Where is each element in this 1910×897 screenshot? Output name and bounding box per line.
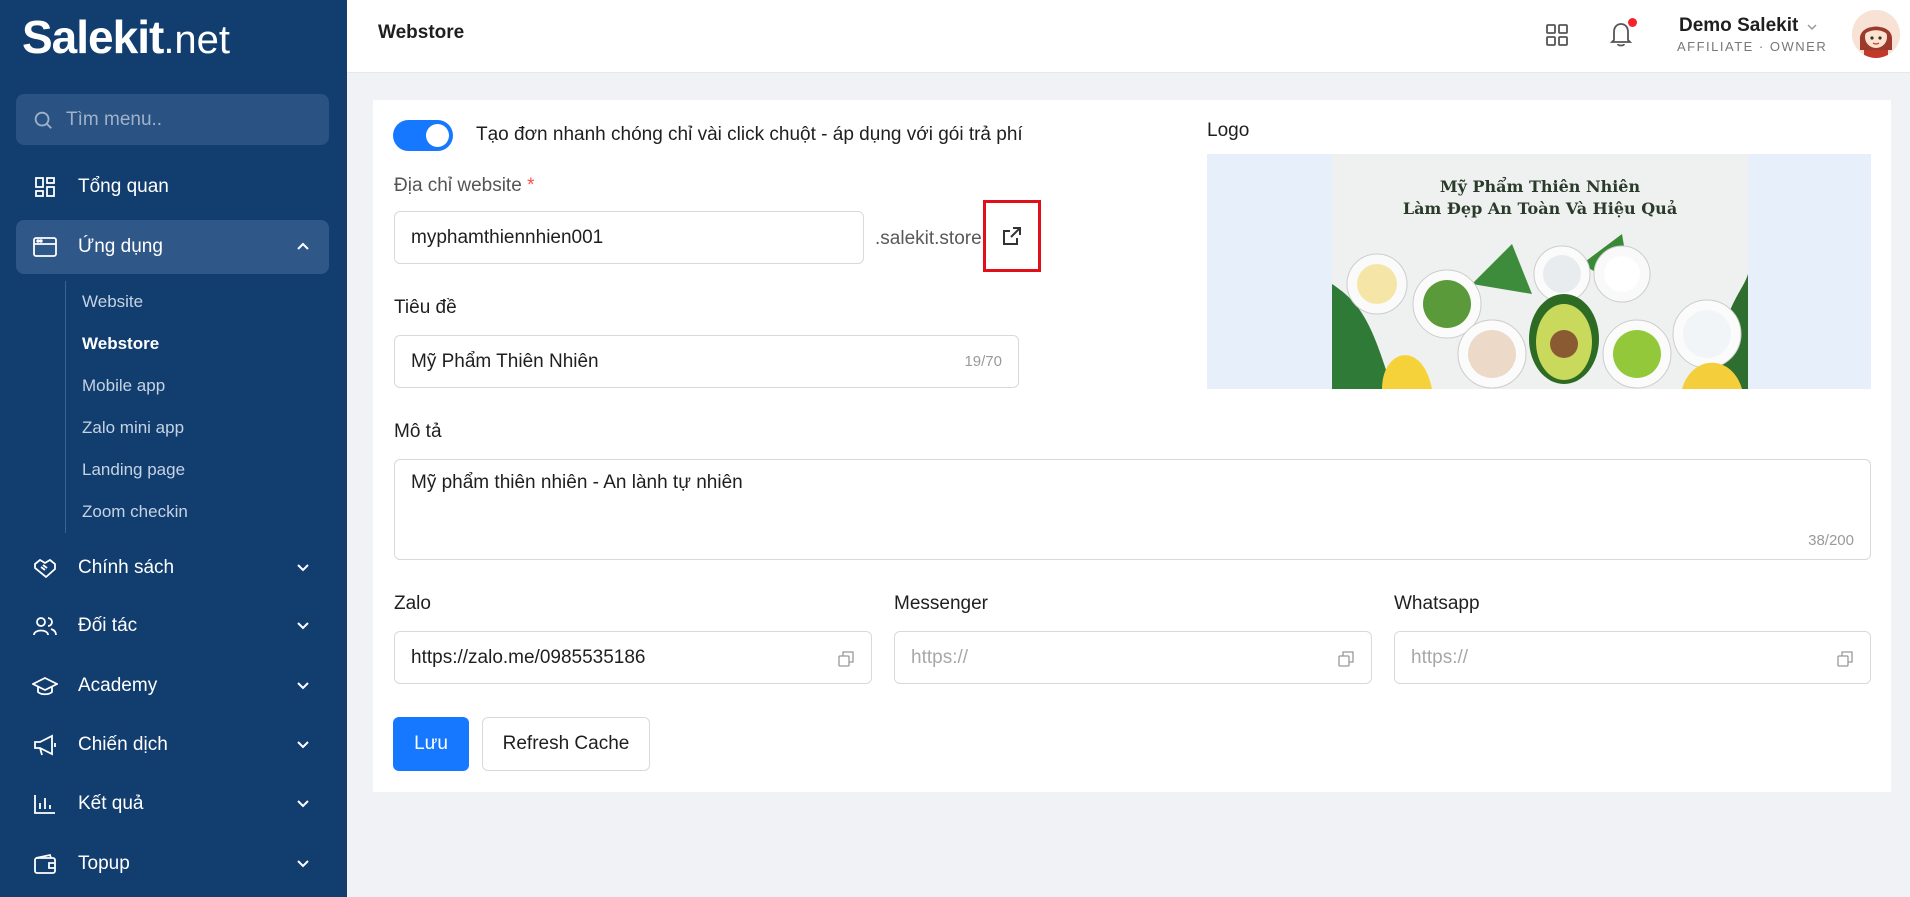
logo-text-line1: Mỹ Phẩm Thiên Nhiên: [1439, 177, 1641, 196]
chevron-down-icon: [297, 682, 309, 690]
quick-order-toggle-label: Tạo đơn nhanh chóng chỉ vài click chuột …: [476, 124, 1023, 145]
copy-icon[interactable]: [1337, 650, 1355, 668]
sidebar-item-topup[interactable]: Topup: [16, 837, 329, 891]
notification-badge: [1628, 18, 1637, 27]
logo-text-line2: Làm Đẹp An Toàn Và Hiệu Quả: [1402, 199, 1678, 218]
graduation-cap-icon: [32, 673, 58, 699]
refresh-cache-button[interactable]: Refresh Cache: [482, 717, 650, 771]
zalo-label: Zalo: [394, 593, 431, 614]
website-label: Địa chỉ website *: [394, 175, 535, 196]
required-mark: *: [527, 175, 535, 196]
sidebar-item-overview[interactable]: Tổng quan: [16, 160, 329, 214]
sidebar-item-label: Ứng dụng: [78, 236, 163, 257]
sidebar-item-results[interactable]: Kết quả: [16, 777, 329, 831]
whatsapp-field[interactable]: [1411, 646, 1811, 669]
zalo-field[interactable]: [411, 646, 811, 669]
website-input[interactable]: [394, 211, 864, 264]
logo-label: Logo: [1207, 120, 1250, 141]
copy-icon[interactable]: [837, 650, 855, 668]
dashboard-icon: [32, 174, 58, 200]
sidebar-item-label: Tổng quan: [78, 176, 169, 197]
sidebar-item-label: Kết quả: [78, 793, 144, 814]
chevron-down-icon: [297, 800, 309, 808]
description-label: Mô tả: [394, 421, 442, 442]
sidebar-item-campaigns[interactable]: Chiến dịch: [16, 718, 329, 772]
sidebar-item-label: Đối tác: [78, 615, 138, 636]
logo-image: Mỹ Phẩm Thiên Nhiên Làm Đẹp An Toàn Và H…: [1332, 154, 1748, 389]
chevron-up-icon: [297, 242, 309, 250]
submenu-item-zoom-checkin[interactable]: Zoom checkin: [66, 491, 335, 533]
top-header: Webstore Demo Salekit AFFILIATE · OWNER: [347, 0, 1910, 73]
description-input[interactable]: Mỹ phẩm thiên nhiên - An lành tự nhiên 3…: [394, 459, 1871, 560]
sidebar-item-partners[interactable]: Đối tác: [16, 599, 329, 653]
submenu-item-mobile-app[interactable]: Mobile app: [66, 365, 335, 407]
apps-grid-icon[interactable]: [1542, 20, 1572, 50]
title-label: Tiêu đề: [394, 297, 457, 318]
app-window-icon: [32, 234, 58, 260]
title-field[interactable]: [411, 350, 911, 373]
save-button[interactable]: Lưu: [393, 717, 469, 771]
search-icon: [34, 111, 52, 129]
sidebar-item-policy[interactable]: Chính sách: [16, 541, 329, 595]
avatar[interactable]: [1852, 10, 1900, 58]
submenu-item-website[interactable]: Website: [66, 281, 335, 323]
sidebar-item-apps[interactable]: Ứng dụng: [16, 220, 329, 274]
submenu-item-landing-page[interactable]: Landing page: [66, 449, 335, 491]
website-field[interactable]: [411, 226, 863, 249]
brand-domain: .net: [163, 18, 231, 62]
logo-upload[interactable]: Mỹ Phẩm Thiên Nhiên Làm Đẹp An Toàn Và H…: [1207, 154, 1871, 389]
messenger-input[interactable]: [894, 631, 1372, 684]
sidebar-item-academy[interactable]: Academy: [16, 659, 329, 713]
whatsapp-label: Whatsapp: [1394, 593, 1480, 614]
brand-name: Salekit: [22, 11, 164, 63]
title-char-count: 19/70: [964, 353, 1002, 370]
chevron-down-icon: [297, 741, 309, 749]
apps-submenu: Website Webstore Mobile app Zalo mini ap…: [65, 281, 335, 533]
bar-chart-icon: [32, 791, 58, 817]
chevron-down-icon: [297, 622, 309, 630]
open-website-button[interactable]: [983, 200, 1041, 272]
messenger-field[interactable]: [911, 646, 1311, 669]
user-role: AFFILIATE · OWNER: [1677, 39, 1828, 54]
chevron-down-icon[interactable]: [1806, 21, 1818, 33]
zalo-input[interactable]: [394, 631, 872, 684]
users-icon: [32, 613, 58, 639]
description-field[interactable]: Mỹ phẩm thiên nhiên - An lành tự nhiên: [411, 472, 743, 494]
sidebar-item-label: Chính sách: [78, 557, 175, 578]
brand-logo[interactable]: Salekit .net: [22, 10, 231, 63]
whatsapp-input[interactable]: [1394, 631, 1871, 684]
handshake-icon: [32, 555, 58, 581]
sidebar: Salekit.net Tổng quan Ứng dụng Website W…: [0, 0, 347, 897]
website-suffix: .salekit.store: [875, 228, 982, 249]
menu-search[interactable]: [16, 94, 329, 145]
sidebar-item-label: Academy: [78, 675, 158, 696]
wallet-icon: [32, 851, 58, 877]
webstore-form-card: Tạo đơn nhanh chóng chỉ vài click chuột …: [373, 100, 1891, 792]
sidebar-item-label: Chiến dịch: [78, 734, 168, 755]
user-name[interactable]: Demo Salekit: [1679, 15, 1798, 37]
submenu-item-webstore[interactable]: Webstore: [66, 323, 335, 365]
chevron-down-icon: [297, 564, 309, 572]
submenu-item-zalo-mini-app[interactable]: Zalo mini app: [66, 407, 335, 449]
sidebar-item-label: Topup: [78, 853, 130, 874]
title-input[interactable]: 19/70: [394, 335, 1019, 388]
menu-search-input[interactable]: [66, 108, 306, 131]
description-char-count: 38/200: [1808, 532, 1854, 549]
messenger-label: Messenger: [894, 593, 988, 614]
megaphone-icon: [32, 732, 58, 758]
chevron-down-icon: [297, 860, 309, 868]
quick-order-toggle[interactable]: [393, 120, 453, 151]
external-link-icon: [1003, 227, 1021, 245]
copy-icon[interactable]: [1836, 650, 1854, 668]
page-title: Webstore: [378, 22, 465, 43]
